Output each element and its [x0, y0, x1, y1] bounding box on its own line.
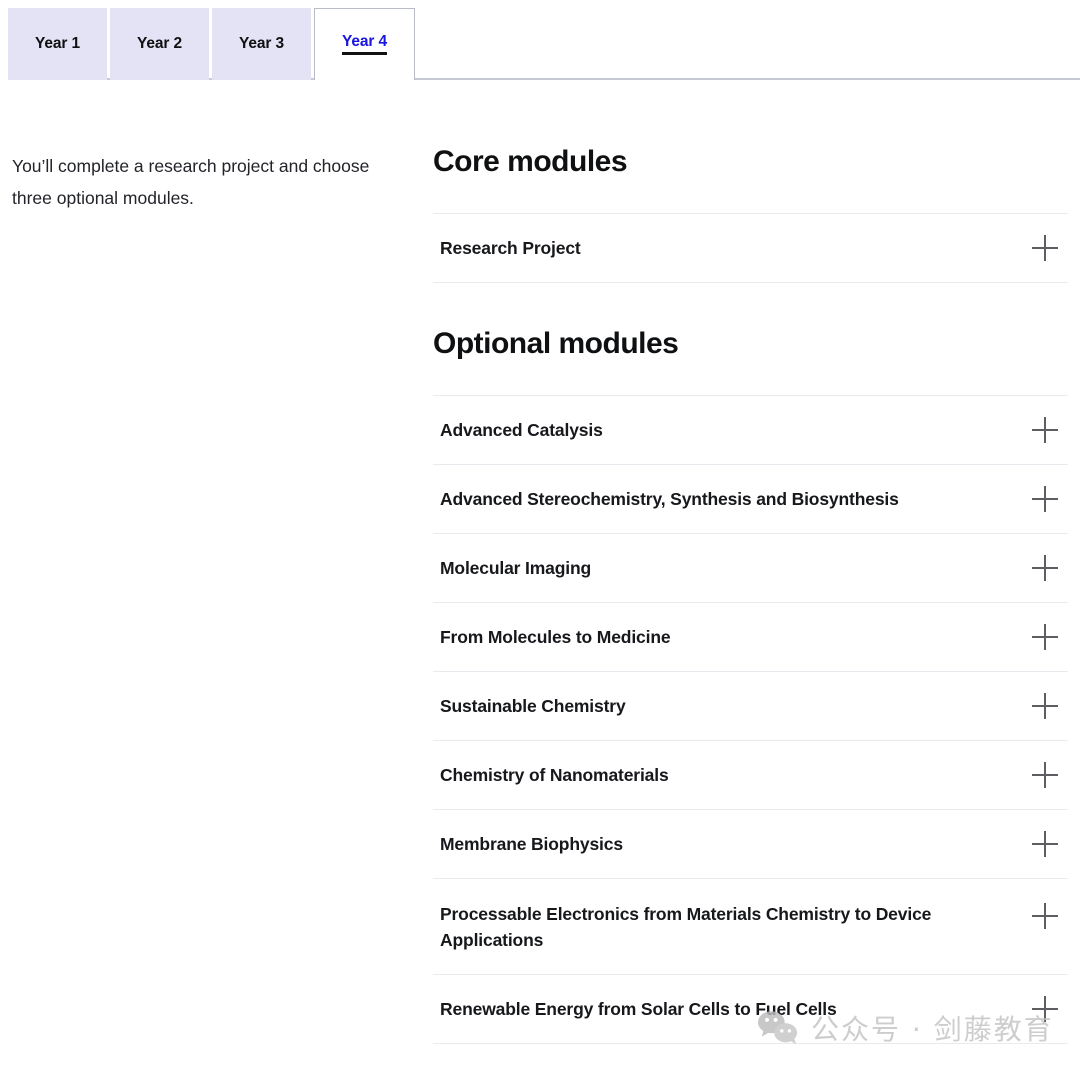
tab-list: Year 1 Year 2 Year 3 Year 4 [8, 8, 415, 80]
accordion-title: Research Project [440, 238, 581, 258]
tab-year-2[interactable]: Year 2 [110, 8, 209, 80]
intro-paragraph: You’ll complete a research project and c… [12, 156, 370, 208]
plus-icon[interactable] [1032, 903, 1058, 929]
tab-year-4-label: Year 4 [341, 34, 387, 55]
optional-modules-accordion: Advanced Catalysis Advanced Stereochemis… [433, 396, 1068, 1044]
accordion-item-molecular-imaging[interactable]: Molecular Imaging [433, 534, 1068, 603]
tab-year-3-label: Year 3 [238, 35, 285, 52]
tab-year-1[interactable]: Year 1 [8, 8, 107, 80]
plus-icon[interactable] [1032, 417, 1058, 443]
tab-year-3[interactable]: Year 3 [212, 8, 311, 80]
tab-year-4[interactable]: Year 4 [314, 8, 415, 80]
accordion-item-advanced-catalysis[interactable]: Advanced Catalysis [433, 396, 1068, 465]
plus-icon[interactable] [1032, 996, 1058, 1022]
accordion-title: Molecular Imaging [440, 558, 592, 578]
tab-year-2-label: Year 2 [136, 35, 183, 52]
accordion-item-renewable-energy[interactable]: Renewable Energy from Solar Cells to Fue… [433, 975, 1068, 1044]
modules-column: Core modules Research Project Optional m… [433, 140, 1068, 1044]
plus-icon[interactable] [1032, 624, 1058, 650]
accordion-item-membrane-biophysics[interactable]: Membrane Biophysics [433, 810, 1068, 879]
accordion-item-research-project[interactable]: Research Project [433, 214, 1068, 283]
accordion-title: Membrane Biophysics [440, 834, 623, 854]
accordion-title: Sustainable Chemistry [440, 696, 626, 716]
plus-icon[interactable] [1032, 831, 1058, 857]
accordion-title: Advanced Stereochemistry, Synthesis and … [440, 489, 899, 509]
tab-year-1-label: Year 1 [34, 35, 81, 52]
plus-icon[interactable] [1032, 762, 1058, 788]
plus-icon[interactable] [1032, 555, 1058, 581]
accordion-title: Chemistry of Nanomaterials [440, 765, 669, 785]
optional-modules-heading: Optional modules [433, 327, 679, 360]
plus-icon[interactable] [1032, 486, 1058, 512]
accordion-title: From Molecules to Medicine [440, 627, 671, 647]
accordion-title: Renewable Energy from Solar Cells to Fue… [440, 999, 837, 1019]
year-tab-bar: Year 1 Year 2 Year 3 Year 4 [0, 0, 1080, 80]
accordion-item-sustainable-chemistry[interactable]: Sustainable Chemistry [433, 672, 1068, 741]
page-root: Year 1 Year 2 Year 3 Year 4 You’ll compl… [0, 0, 1080, 1074]
plus-icon[interactable] [1032, 693, 1058, 719]
accordion-item-chemistry-of-nanomaterials[interactable]: Chemistry of Nanomaterials [433, 741, 1068, 810]
accordion-title: Advanced Catalysis [440, 420, 603, 440]
plus-icon[interactable] [1032, 235, 1058, 261]
accordion-item-from-molecules-to-medicine[interactable]: From Molecules to Medicine [433, 603, 1068, 672]
accordion-title: Processable Electronics from Materials C… [440, 903, 932, 950]
year-intro-text: You’ll complete a research project and c… [12, 150, 372, 214]
core-modules-heading: Core modules [433, 145, 628, 178]
accordion-item-processable-electronics[interactable]: Processable Electronics from Materials C… [433, 879, 1068, 975]
core-modules-accordion: Research Project [433, 214, 1068, 283]
accordion-item-advanced-stereochemistry[interactable]: Advanced Stereochemistry, Synthesis and … [433, 465, 1068, 534]
